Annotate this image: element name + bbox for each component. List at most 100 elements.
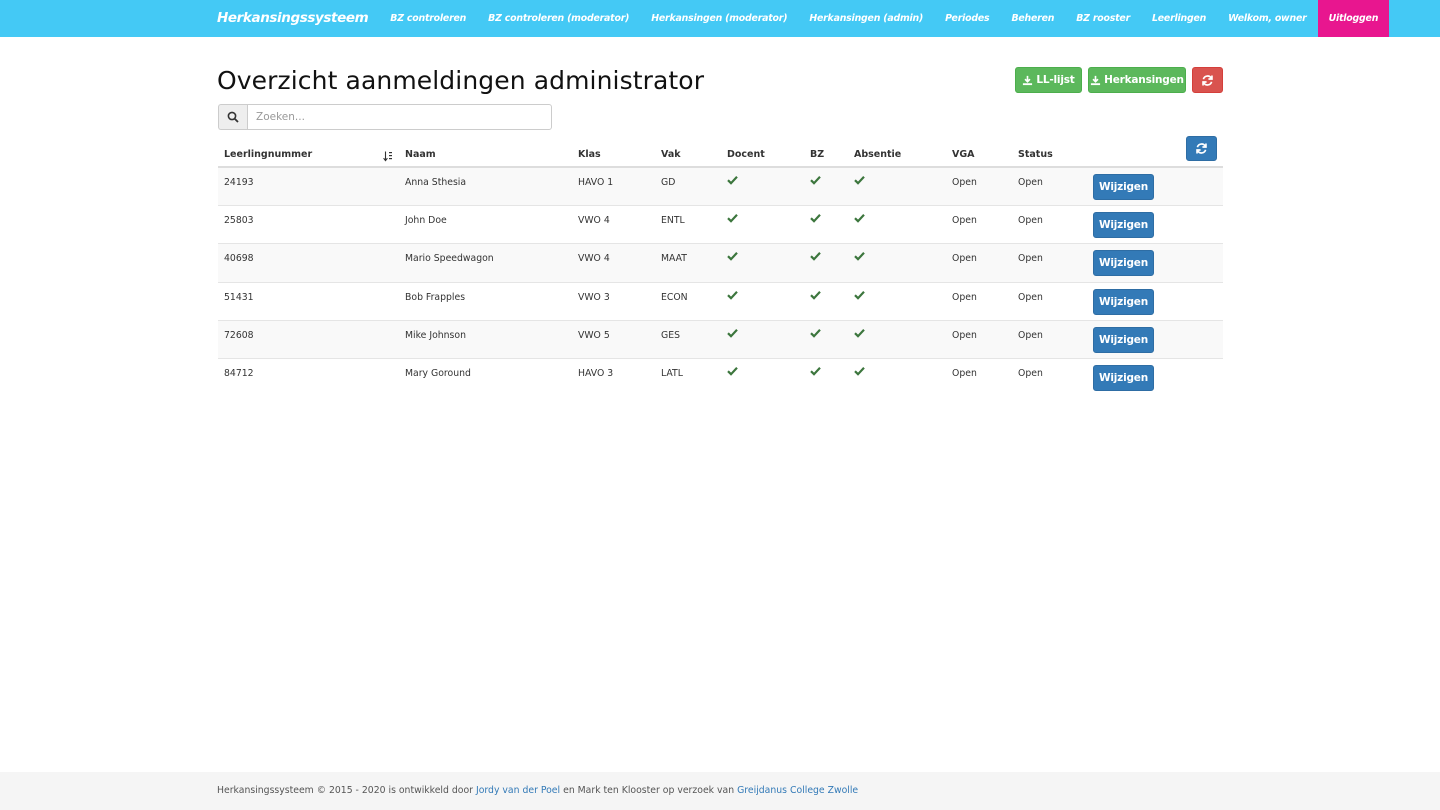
wijzigen-button[interactable]: Wijzigen	[1093, 250, 1154, 277]
footer-text: Herkansingssysteem © 2015 - 2020 is ontw…	[217, 785, 858, 796]
check-icon	[810, 251, 821, 264]
nav-bz-controleren[interactable]: BZ controleren	[379, 0, 477, 37]
table-row: 25803 John Doe VWO 4 ENTL Open Open Wijz…	[218, 206, 1223, 245]
cell-vak: ENTL	[661, 215, 685, 227]
col-vga[interactable]: VGA	[952, 149, 975, 160]
table-row: 84712 Mary Goround HAVO 3 LATL Open Open…	[218, 359, 1223, 397]
col-docent[interactable]: Docent	[727, 149, 765, 160]
footer-link-school[interactable]: Greijdanus College Zwolle	[737, 785, 858, 796]
refresh-icon	[1202, 74, 1213, 86]
cell-vak: MAAT	[661, 253, 687, 265]
cell-naam: John Doe	[405, 215, 447, 227]
check-icon	[727, 251, 738, 264]
search-addon	[218, 104, 247, 130]
cell-naam: Bob Frapples	[405, 291, 466, 303]
table-row: 72608 Mike Johnson VWO 5 GES Open Open W…	[218, 320, 1223, 359]
navbar: Herkansingssysteem BZ controleren BZ con…	[0, 0, 1440, 37]
cell-status: Open	[1018, 177, 1043, 188]
check-icon	[854, 328, 865, 341]
cell-naam: Mario Speedwagon	[405, 253, 494, 265]
navbar-inner: Herkansingssysteem BZ controleren BZ con…	[217, 0, 1390, 37]
search-input[interactable]	[247, 104, 552, 130]
cell-leerlingnummer: 25803	[224, 215, 254, 227]
cell-leerlingnummer: 72608	[224, 329, 254, 341]
cell-vga: Open	[952, 215, 977, 227]
cell-leerlingnummer: 51431	[224, 291, 254, 303]
footer-text-2: en Mark ten Klooster op verzoek van	[563, 785, 735, 796]
cell-status: Open	[1018, 329, 1043, 341]
col-bz[interactable]: BZ	[810, 149, 824, 160]
wijzigen-button[interactable]: Wijzigen	[1093, 326, 1154, 353]
footer-link-author[interactable]: Jordy van der Poel	[476, 785, 560, 796]
check-icon	[727, 366, 738, 379]
check-icon	[727, 328, 738, 341]
cell-klas: VWO 4	[578, 253, 610, 265]
cell-klas: HAVO 1	[578, 177, 614, 188]
download-icon	[1023, 75, 1033, 85]
nav-periodes[interactable]: Periodes	[934, 0, 1000, 37]
check-icon	[854, 366, 865, 379]
table-row: 24193 Anna Sthesia HAVO 1 GD Open Open W…	[218, 168, 1223, 207]
nav-welkom-user[interactable]: Welkom, owner	[1217, 0, 1317, 37]
footer-text-1: Herkansingssysteem © 2015 - 2020 is ontw…	[217, 785, 473, 796]
cell-klas: VWO 5	[578, 329, 610, 341]
check-icon	[727, 213, 738, 226]
wijzigen-button[interactable]: Wijzigen	[1093, 364, 1154, 391]
table-row: 40698 Mario Speedwagon VWO 4 MAAT Open O…	[218, 244, 1223, 283]
cell-vga: Open	[952, 253, 977, 265]
nav-herkansingen-moderator[interactable]: Herkansingen (moderator)	[640, 0, 798, 37]
cell-vak: GD	[661, 177, 676, 188]
cell-vak: GES	[661, 329, 680, 341]
aanmeldingen-table: Leerlingnummer Naam Klas Vak Docent BZ A…	[218, 142, 1223, 397]
herkansingen-button[interactable]: Herkansingen	[1088, 67, 1186, 93]
ll-lijst-label: LL-lijst	[1036, 74, 1075, 86]
col-leerlingnummer[interactable]: Leerlingnummer	[224, 149, 312, 160]
ll-lijst-button[interactable]: LL-lijst	[1015, 67, 1082, 93]
search-icon	[227, 111, 239, 123]
cell-status: Open	[1018, 367, 1043, 379]
col-vak[interactable]: Vak	[661, 149, 681, 160]
col-naam[interactable]: Naam	[405, 149, 436, 160]
nav-leerlingen[interactable]: Leerlingen	[1141, 0, 1217, 37]
wijzigen-button[interactable]: Wijzigen	[1093, 212, 1154, 239]
nav-beheren[interactable]: Beheren	[1000, 0, 1065, 37]
col-absentie[interactable]: Absentie	[854, 149, 901, 160]
brand[interactable]: Herkansingssysteem	[217, 0, 379, 37]
check-icon	[854, 251, 865, 264]
wijzigen-button[interactable]: Wijzigen	[1093, 288, 1154, 315]
logout-button[interactable]: Uitloggen	[1317, 0, 1390, 37]
herkansingen-label: Herkansingen	[1104, 74, 1184, 86]
check-icon	[810, 290, 821, 303]
check-icon	[854, 175, 865, 188]
cell-vga: Open	[952, 177, 977, 188]
table-row: 51431 Bob Frapples VWO 3 ECON Open Open …	[218, 283, 1223, 321]
check-icon	[810, 213, 821, 226]
check-icon	[854, 213, 865, 226]
cell-vga: Open	[952, 291, 977, 303]
check-icon	[727, 290, 738, 303]
cell-status: Open	[1018, 215, 1043, 227]
reset-button[interactable]	[1192, 67, 1223, 93]
check-icon	[810, 328, 821, 341]
cell-naam: Mike Johnson	[405, 329, 466, 341]
col-status[interactable]: Status	[1018, 149, 1053, 160]
nav-herkansingen-admin[interactable]: Herkansingen (admin)	[798, 0, 934, 37]
check-icon	[727, 175, 738, 188]
cell-naam: Anna Sthesia	[405, 177, 467, 188]
cell-leerlingnummer: 84712	[224, 367, 254, 379]
download-icon	[1091, 75, 1101, 85]
cell-vga: Open	[952, 329, 977, 341]
col-klas[interactable]: Klas	[578, 149, 601, 160]
table-header: Leerlingnummer Naam Klas Vak Docent BZ A…	[218, 142, 1223, 168]
sort-ascending-icon[interactable]	[383, 147, 393, 166]
cell-leerlingnummer: 40698	[224, 253, 254, 265]
cell-klas: VWO 4	[578, 215, 610, 227]
cell-klas: VWO 3	[578, 291, 610, 303]
check-icon	[810, 175, 821, 188]
nav-bz-controleren-moderator[interactable]: BZ controleren (moderator)	[477, 0, 640, 37]
wijzigen-button[interactable]: Wijzigen	[1093, 174, 1154, 200]
cell-vak: LATL	[661, 367, 683, 379]
nav-bz-rooster[interactable]: BZ rooster	[1065, 0, 1141, 37]
cell-status: Open	[1018, 291, 1043, 303]
page-title: Overzicht aanmeldingen administrator	[217, 66, 705, 95]
